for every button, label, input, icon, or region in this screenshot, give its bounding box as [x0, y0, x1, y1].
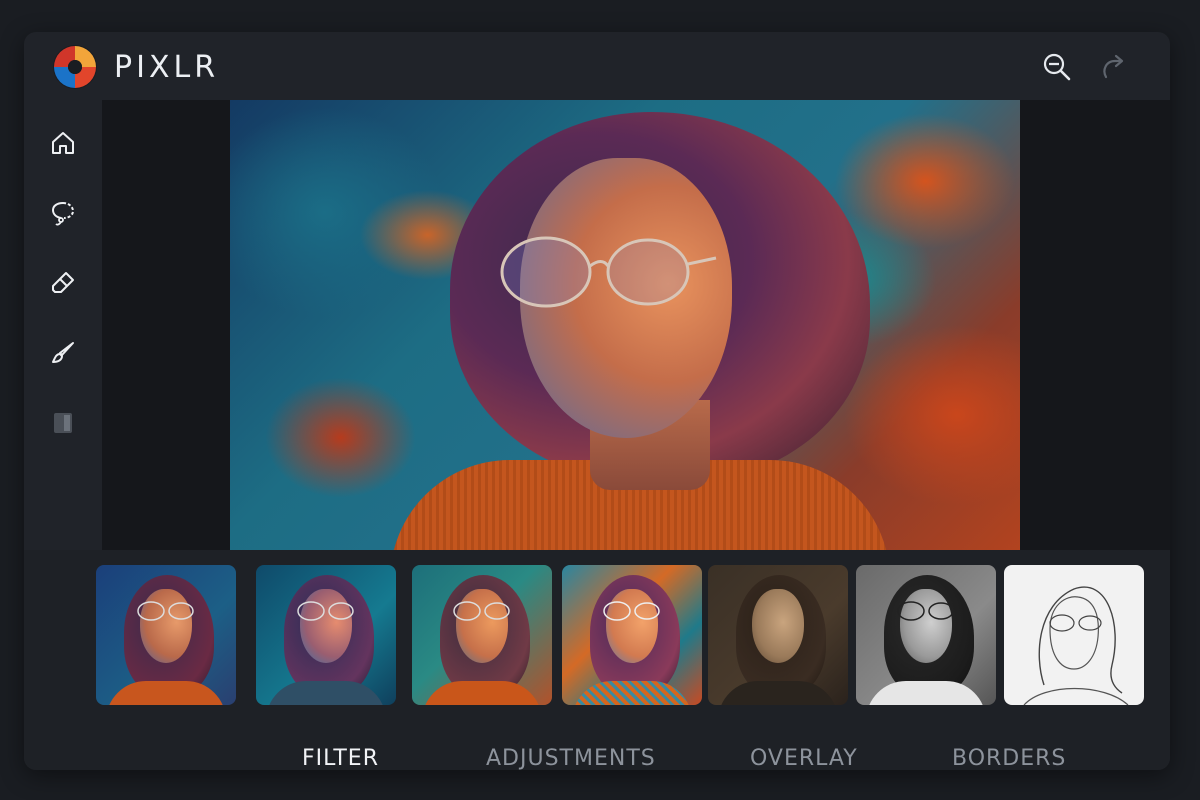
filter-thumbnail-vivid-texture[interactable] [562, 565, 702, 705]
redo-button[interactable] [1096, 50, 1130, 84]
tab-borders[interactable]: BORDERS [952, 746, 1066, 770]
home-button[interactable] [46, 126, 80, 160]
filter-thumbnail-sepia[interactable] [708, 565, 848, 705]
tab-adjustments[interactable]: ADJUSTMENTS [486, 746, 656, 770]
image-canvas[interactable] [102, 100, 1170, 550]
tab-overlay[interactable]: OVERLAY [750, 746, 858, 770]
tool-sidebar [24, 100, 102, 550]
home-icon [52, 132, 74, 154]
filter-thumbnail-original[interactable] [96, 565, 236, 705]
zoom-out-button[interactable] [1040, 50, 1074, 84]
tab-filter[interactable]: FILTER [302, 746, 379, 770]
eraser-tool-button[interactable] [46, 266, 80, 300]
app-title: PIXLR [114, 50, 220, 85]
filter-thumbnail-pencil-sketch[interactable] [1004, 565, 1144, 705]
layer-icon [54, 413, 72, 433]
lasso-tool-button[interactable] [46, 196, 80, 230]
eraser-icon [52, 272, 74, 293]
lasso-icon [51, 202, 75, 226]
filter-panel: FILTER ADJUSTMENTS OVERLAY BORDERS [24, 550, 1170, 770]
filter-thumbnail-black-white[interactable] [856, 565, 996, 705]
portrait-photo [230, 100, 1020, 550]
filter-thumbnail-teal-orange[interactable] [412, 565, 552, 705]
aperture-logo-icon [53, 45, 97, 89]
header-bar: PIXLR [24, 32, 1170, 100]
glasses-shape [500, 236, 717, 308]
layer-tool-button[interactable] [46, 406, 80, 440]
filter-tabs: FILTER ADJUSTMENTS OVERLAY BORDERS [24, 746, 1170, 770]
redo-icon [1103, 54, 1124, 79]
brush-icon [52, 342, 74, 363]
brush-tool-button[interactable] [46, 336, 80, 370]
zoom-out-icon [1043, 53, 1071, 81]
editor-window: PIXLR FILTER ADJUSTMENTS OVERLAY BORDERS [24, 32, 1170, 770]
filter-thumbnail-cool-blue[interactable] [256, 565, 396, 705]
